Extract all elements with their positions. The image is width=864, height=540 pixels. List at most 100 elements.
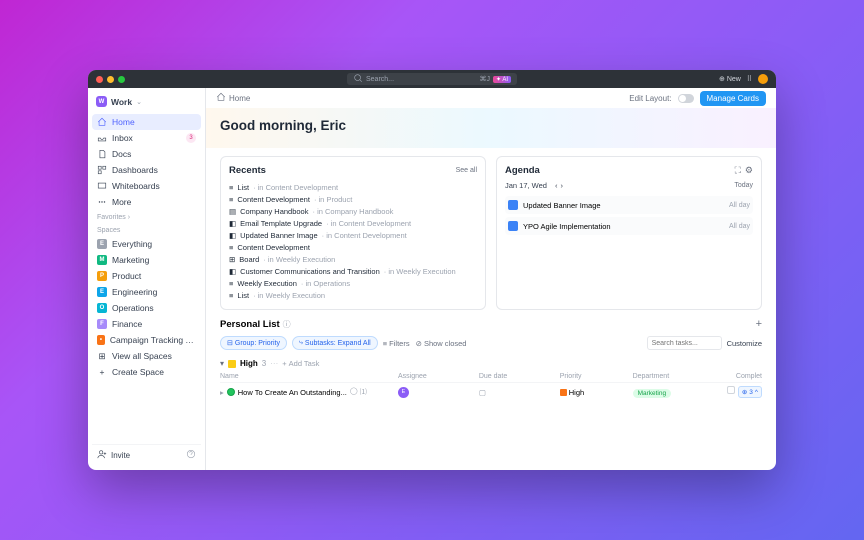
customize-button[interactable]: Customize	[727, 339, 762, 348]
status-dot[interactable]	[227, 388, 235, 396]
more-icon[interactable]: ⋯	[270, 359, 278, 368]
apps-icon[interactable]: ⠿	[747, 75, 752, 83]
chevron-down-icon: ⌄	[136, 98, 142, 106]
recent-item[interactable]: ≡Weekly Execution· in Operations	[229, 277, 477, 289]
add-card[interactable]: +	[756, 318, 762, 330]
prev-day[interactable]: ‹	[555, 181, 558, 190]
agenda-event[interactable]: Updated Banner ImageAll day	[505, 196, 753, 214]
favorites-section[interactable]: Favorites ›	[92, 210, 201, 223]
column-headers: Name Assignee Due date Priority Departme…	[220, 371, 762, 383]
create-space[interactable]: +Create Space	[92, 364, 201, 380]
col-due[interactable]: Due date	[479, 373, 560, 380]
see-all-link[interactable]: See all	[456, 167, 477, 174]
list-icon: ≡	[229, 183, 233, 192]
user-avatar[interactable]	[758, 74, 768, 84]
calendar-icon[interactable]: ▢	[479, 388, 486, 397]
space-icon: E	[97, 287, 107, 297]
col-name[interactable]: Name	[220, 373, 398, 380]
nav-more[interactable]: More	[92, 194, 201, 210]
expand-icon[interactable]: ▸	[220, 388, 224, 397]
gear-icon[interactable]: ⚙	[745, 165, 753, 176]
priority-group-header[interactable]: ▾ High 3 ⋯ +Add Task	[220, 356, 762, 371]
board-icon: ⊞	[229, 255, 235, 264]
col-priority[interactable]: Priority	[560, 373, 633, 380]
space-icon: P	[97, 271, 107, 281]
nav-home[interactable]: Home	[92, 114, 201, 130]
titlebar: Search... ⌘J ✦ AI ⊕ New ⠿	[88, 70, 776, 88]
agenda-event[interactable]: YPO Agile ImplementationAll day	[505, 217, 753, 235]
workspace-switcher[interactable]: W Work ⌄	[92, 93, 201, 110]
recent-item[interactable]: ≡List· in Weekly Execution	[229, 289, 477, 301]
agenda-date[interactable]: Jan 17, Wed	[505, 181, 547, 190]
chevron-right-icon: ›	[128, 214, 130, 221]
view-all-spaces[interactable]: ⊞View all Spaces	[92, 348, 201, 364]
personal-list-card: Personal List ⓘ + ⊟Group: Priority ⤷Subt…	[206, 318, 776, 409]
show-closed-button[interactable]: ⊘ Show closed	[416, 339, 467, 348]
flag-icon	[228, 360, 236, 368]
user-plus-icon	[97, 449, 107, 461]
home-icon	[97, 117, 107, 127]
grid-icon: ⊞	[97, 351, 107, 361]
space-operations[interactable]: OOperations	[92, 300, 201, 316]
agenda-title: Agenda	[505, 165, 540, 176]
priority-flag-icon	[560, 389, 567, 396]
search-icon	[353, 73, 363, 85]
nav-dashboards[interactable]: Dashboards	[92, 162, 201, 178]
tag-icon[interactable]: ◯	[350, 387, 358, 397]
recent-item[interactable]: ≡List· in Content Development	[229, 181, 477, 193]
assignee-avatar[interactable]: E	[398, 387, 409, 398]
space-engineering[interactable]: EEngineering	[92, 284, 201, 300]
space-marketing[interactable]: MMarketing	[92, 252, 201, 268]
info-icon[interactable]: ⓘ	[283, 319, 291, 330]
edit-layout-toggle[interactable]	[678, 94, 694, 103]
recent-item[interactable]: ⊞Board· in Weekly Execution	[229, 253, 477, 265]
edit-layout-label: Edit Layout:	[629, 94, 671, 103]
global-search[interactable]: Search... ⌘J ✦ AI	[347, 73, 517, 85]
col-complete[interactable]: Complet	[713, 373, 762, 380]
next-day[interactable]: ›	[560, 181, 563, 190]
recent-item[interactable]: ◧Customer Communications and Transition·…	[229, 265, 477, 277]
recents-list: ≡List· in Content Development ≡Content D…	[229, 181, 477, 301]
space-product[interactable]: PProduct	[92, 268, 201, 284]
breadcrumb[interactable]: Home	[216, 92, 250, 104]
subtasks-chip[interactable]: ⤷Subtasks: Expand All	[292, 336, 378, 350]
space-campaign-template[interactable]: •Campaign Tracking Template	[92, 332, 201, 348]
collapse-icon: ▾	[220, 359, 224, 368]
new-button[interactable]: ⊕ New	[719, 75, 741, 83]
manage-cards-button[interactable]: Manage Cards	[700, 91, 766, 106]
recent-item[interactable]: ◧Email Template Upgrade· in Content Deve…	[229, 217, 477, 229]
workspace-name: Work	[111, 97, 132, 107]
invite-button[interactable]: Invite	[97, 449, 130, 461]
today-button[interactable]: Today	[734, 182, 753, 189]
space-finance[interactable]: FFinance	[92, 316, 201, 332]
hero-band: Good morning, Eric	[206, 108, 776, 148]
filters-button[interactable]: ≡ Filters	[383, 339, 410, 348]
nav-whiteboards[interactable]: Whiteboards	[92, 178, 201, 194]
minimize-window[interactable]	[107, 76, 114, 83]
complete-checkbox[interactable]	[727, 386, 735, 394]
col-assignee[interactable]: Assignee	[398, 373, 479, 380]
search-tasks-input[interactable]	[647, 336, 722, 350]
add-task-button[interactable]: +Add Task	[282, 359, 319, 368]
maximize-window[interactable]	[118, 76, 125, 83]
subtask-count: ⑴	[360, 387, 367, 397]
recent-item[interactable]: ≡Content Development	[229, 241, 477, 253]
nav-inbox[interactable]: Inbox3	[92, 130, 201, 146]
group-chip[interactable]: ⊟Group: Priority	[220, 336, 287, 350]
col-department[interactable]: Department	[633, 373, 714, 380]
nav-docs[interactable]: Docs	[92, 146, 201, 162]
recent-item[interactable]: ▤Company Handbook· in Company Handbook	[229, 205, 477, 217]
doc-icon: ▤	[229, 207, 236, 216]
department-tag[interactable]: Marketing	[633, 389, 672, 398]
task-row[interactable]: ▸ How To Create An Outstanding... ◯⑴ E ▢…	[220, 383, 762, 401]
space-icon: O	[97, 303, 107, 313]
recent-item[interactable]: ◧Updated Banner Image· in Content Develo…	[229, 229, 477, 241]
recent-item[interactable]: ≡Content Development· in Product	[229, 193, 477, 205]
quick-action[interactable]: ⊕3^	[738, 386, 762, 398]
space-everything[interactable]: EEverything	[92, 236, 201, 252]
expand-icon[interactable]: ⛶	[735, 165, 741, 176]
close-window[interactable]	[96, 76, 103, 83]
greeting: Good morning, Eric	[220, 118, 762, 133]
help-icon[interactable]	[186, 449, 196, 461]
ai-button[interactable]: ✦ AI	[493, 76, 511, 83]
